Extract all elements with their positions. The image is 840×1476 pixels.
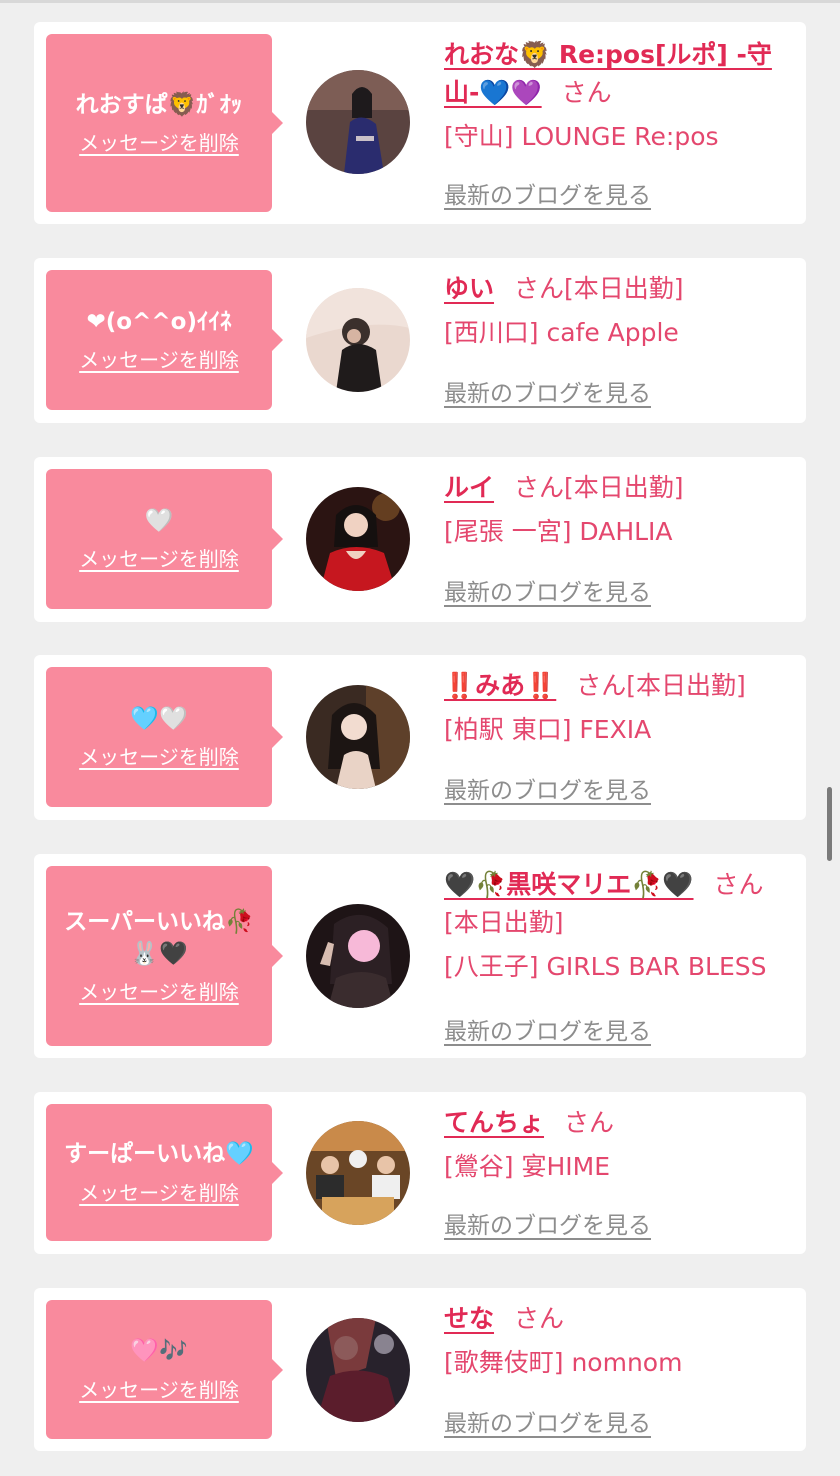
message-card: スーパーいいね🥀🐰🖤 メッセージを削除 🖤🥀黒咲マリエ🥀🖤 さん [本日出勤] [八… bbox=[34, 854, 806, 1058]
honorific: さん bbox=[514, 473, 565, 502]
message-card: れおすぱ🦁ｶﾞｵｯ メッセージを削除 れおな🦁 Re:pos[ルポ] -守山-💙… bbox=[34, 22, 806, 224]
avatar[interactable] bbox=[306, 70, 410, 174]
cast-name-link[interactable]: ルイ bbox=[444, 473, 494, 502]
message-text: 🩵🤍 bbox=[130, 705, 188, 732]
woman-red-hair-photo-icon bbox=[306, 1318, 410, 1422]
message-bubble: すーぱーいいね🩵 メッセージを削除 bbox=[46, 1104, 283, 1241]
shop-name: [八王子] GIRLS BAR BLESS bbox=[444, 952, 767, 981]
message-text: スーパーいいね🥀🐰🖤 bbox=[64, 909, 254, 967]
honorific: さん bbox=[564, 1108, 615, 1137]
shop-name: [歌舞伎町] nomnom bbox=[444, 1348, 683, 1377]
latest-blog-link[interactable]: 最新のブログを見る bbox=[444, 573, 651, 607]
delete-message-link[interactable]: メッセージを削除 bbox=[79, 127, 239, 156]
delete-message-link[interactable]: メッセージを削除 bbox=[79, 1177, 239, 1206]
top-divider bbox=[0, 0, 840, 3]
name-line: ‼️みあ‼️ さん[本日出勤] bbox=[444, 667, 794, 705]
message-card: すーぱーいいね🩵 メッセージを削除 てんちょ さん [鶯谷] 宴HIME 最新のブ… bbox=[34, 1092, 806, 1254]
cast-name-link[interactable]: ゆい bbox=[444, 274, 494, 303]
name-line: てんちょ さん bbox=[444, 1104, 794, 1142]
message-text: ❤(o^^o)ｲｲﾈ bbox=[86, 308, 232, 335]
shop-name: [柏駅 東口] FEXIA bbox=[444, 715, 652, 744]
scrollbar[interactable] bbox=[827, 787, 832, 861]
delete-message-link[interactable]: メッセージを削除 bbox=[79, 741, 239, 770]
message-bubble: 🤍 メッセージを削除 bbox=[46, 469, 283, 609]
honorific: さん bbox=[514, 274, 565, 303]
profile-info: ゆい さん[本日出勤] [西川口] cafe Apple bbox=[444, 270, 794, 350]
latest-blog-link[interactable]: 最新のブログを見る bbox=[444, 1404, 651, 1438]
message-card: 🩷🎶 メッセージを削除 せな さん [歌舞伎町] nomnom 最新のブログを見る bbox=[34, 1288, 806, 1451]
shop-name: [西川口] cafe Apple bbox=[444, 318, 679, 347]
message-text: すーぱーいいね🩵 bbox=[64, 1141, 254, 1168]
cast-name-link[interactable]: せな bbox=[444, 1304, 494, 1333]
cast-name-link[interactable]: 🖤🥀黒咲マリエ🥀🖤 bbox=[444, 870, 694, 899]
delete-message-link[interactable]: メッセージを削除 bbox=[79, 543, 239, 572]
profile-info: せな さん [歌舞伎町] nomnom bbox=[444, 1300, 794, 1380]
name-line: 🖤🥀黒咲マリエ🥀🖤 さん [本日出勤] bbox=[444, 866, 796, 942]
shop-name: [尾張 一宮] DAHLIA bbox=[444, 517, 673, 546]
latest-blog-link[interactable]: 最新のブログを見る bbox=[444, 1206, 651, 1240]
message-card: ❤(o^^o)ｲｲﾈ メッセージを削除 ゆい さん[本日出勤] [西川口] caf… bbox=[34, 258, 806, 423]
status-badge: [本日出勤] bbox=[626, 671, 746, 700]
latest-blog-link[interactable]: 最新のブログを見る bbox=[444, 1012, 651, 1046]
honorific: さん bbox=[514, 1304, 565, 1333]
message-bubble: ❤(o^^o)ｲｲﾈ メッセージを削除 bbox=[46, 270, 283, 410]
cast-name-link[interactable]: ‼️みあ‼️ bbox=[444, 671, 556, 700]
name-line: せな さん bbox=[444, 1300, 794, 1338]
message-text: れおすぱ🦁ｶﾞｵｯ bbox=[75, 91, 243, 118]
avatar[interactable] bbox=[306, 904, 410, 1008]
name-line: ゆい さん[本日出勤] bbox=[444, 270, 794, 308]
name-line: れおな🦁 Re:pos[ルポ] -守山-💙💜 さん bbox=[444, 36, 794, 112]
profile-info: ‼️みあ‼️ さん[本日出勤] [柏駅 東口] FEXIA bbox=[444, 667, 794, 747]
profile-info: てんちょ さん [鶯谷] 宴HIME bbox=[444, 1104, 794, 1184]
delete-message-link[interactable]: メッセージを削除 bbox=[79, 976, 239, 1005]
honorific: さん bbox=[713, 870, 764, 899]
status-badge: [本日出勤] bbox=[444, 908, 564, 937]
status-badge: [本日出勤] bbox=[564, 473, 684, 502]
woman-red-dress-photo-icon bbox=[306, 487, 410, 591]
shop-name: [守山] LOUNGE Re:pos bbox=[444, 122, 719, 151]
latest-blog-link[interactable]: 最新のブログを見る bbox=[444, 374, 651, 408]
status-badge: [本日出勤] bbox=[564, 274, 684, 303]
woman-black-dress-photo-icon bbox=[306, 288, 410, 392]
latest-blog-link[interactable]: 最新のブログを見る bbox=[444, 176, 651, 210]
honorific: さん bbox=[561, 78, 612, 107]
woman-peace-sign-photo-icon bbox=[306, 904, 410, 1008]
woman-dark-hair-photo-icon bbox=[306, 685, 410, 789]
name-line: ルイ さん[本日出勤] bbox=[444, 469, 794, 507]
delete-message-link[interactable]: メッセージを削除 bbox=[79, 344, 239, 373]
message-bubble: スーパーいいね🥀🐰🖤 メッセージを削除 bbox=[46, 866, 283, 1046]
honorific: さん bbox=[576, 671, 627, 700]
avatar[interactable] bbox=[306, 487, 410, 591]
profile-info: ルイ さん[本日出勤] [尾張 一宮] DAHLIA bbox=[444, 469, 794, 549]
delete-message-link[interactable]: メッセージを削除 bbox=[79, 1374, 239, 1403]
message-bubble: 🩵🤍 メッセージを削除 bbox=[46, 667, 283, 807]
message-text: 🤍 bbox=[144, 507, 174, 534]
profile-info: れおな🦁 Re:pos[ルポ] -守山-💙💜 さん [守山] LOUNGE Re:… bbox=[444, 36, 794, 154]
avatar[interactable] bbox=[306, 1318, 410, 1422]
message-bubble: 🩷🎶 メッセージを削除 bbox=[46, 1300, 283, 1439]
message-bubble: れおすぱ🦁ｶﾞｵｯ メッセージを削除 bbox=[46, 34, 283, 212]
message-text: 🩷🎶 bbox=[130, 1338, 188, 1365]
woman-navy-dress-photo-icon bbox=[306, 70, 410, 174]
profile-info: 🖤🥀黒咲マリエ🥀🖤 さん [本日出勤] [八王子] GIRLS BAR BLESS bbox=[444, 866, 796, 984]
message-card: 🤍 メッセージを削除 ルイ さん[本日出勤] [尾張 一宮] DAHLIA 最新の… bbox=[34, 457, 806, 622]
message-card: 🩵🤍 メッセージを削除 ‼️みあ‼️ さん[本日出勤] [柏駅 東口] FEXIA… bbox=[34, 655, 806, 820]
shop-name: [鶯谷] 宴HIME bbox=[444, 1152, 610, 1181]
avatar[interactable] bbox=[306, 1121, 410, 1225]
group-restaurant-photo-icon bbox=[306, 1121, 410, 1225]
avatar[interactable] bbox=[306, 288, 410, 392]
latest-blog-link[interactable]: 最新のブログを見る bbox=[444, 771, 651, 805]
avatar[interactable] bbox=[306, 685, 410, 789]
cast-name-link[interactable]: てんちょ bbox=[444, 1108, 544, 1137]
